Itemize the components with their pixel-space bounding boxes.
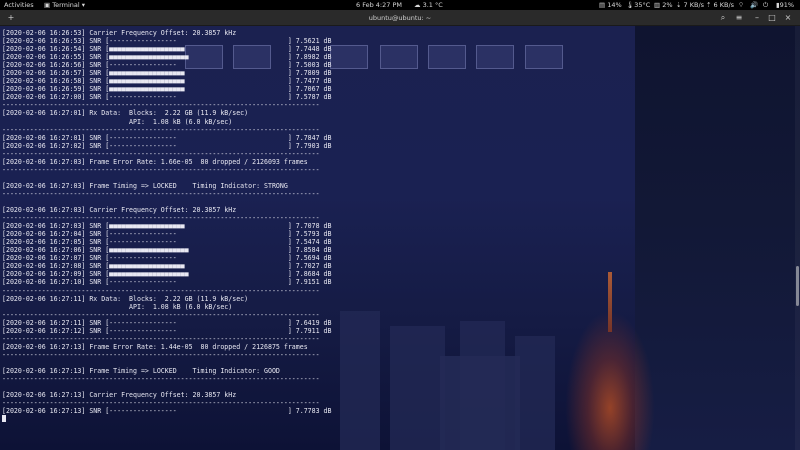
terminal-line: [2020-02-06 16:26:57] SNR [■■■■■■■■■■■■■… <box>2 69 332 78</box>
terminal-line: [2020-02-06 16:27:13] Frame Timing => LO… <box>2 366 280 375</box>
terminal-line: ----------------------------------------… <box>2 310 320 319</box>
clock[interactable]: 6 Feb 4:27 PM <box>356 0 402 10</box>
terminal-line: [2020-02-06 16:27:03] Frame Error Rate: … <box>2 157 308 166</box>
terminal-line: [2020-02-06 16:27:07] SNR [-------------… <box>2 254 332 263</box>
terminal-line: [2020-02-06 16:27:03] SNR [■■■■■■■■■■■■■… <box>2 222 332 231</box>
net-up-value: 6 KB/s <box>713 1 735 9</box>
terminal-line: [2020-02-06 16:26:53] Carrier Frequency … <box>2 29 237 37</box>
terminal-line: [2020-02-06 16:27:06] SNR [■■■■■■■■■■■■■… <box>2 246 332 255</box>
volume-icon[interactable]: 🔊 <box>750 0 758 10</box>
scrollbar-thumb[interactable] <box>796 266 799 306</box>
terminal-line: ----------------------------------------… <box>2 399 320 408</box>
terminal-line: [2020-02-06 16:27:03] Frame Timing => LO… <box>2 181 288 190</box>
cpu-value: 14% <box>607 1 622 9</box>
terminal-line: API: 1.08 kB (6.0 kB/sec) <box>2 302 233 311</box>
temperature-value: 35°C <box>634 1 651 9</box>
terminal-line: [2020-02-06 16:27:11] Rx Data: Blocks: 2… <box>2 294 249 303</box>
terminal-window: + ubuntu@ubuntu: ~ ⌕ ≡ – □ × [2020-02-06… <box>0 10 800 450</box>
terminal-line <box>2 415 798 423</box>
terminal-titlebar[interactable]: + ubuntu@ubuntu: ~ ⌕ ≡ – □ × <box>0 10 800 26</box>
terminal-line: ----------------------------------------… <box>2 125 320 134</box>
power-icon[interactable]: ⏻ <box>763 0 768 10</box>
terminal-line: ----------------------------------------… <box>2 189 320 198</box>
terminal-line: [2020-02-06 16:27:01] SNR [-------------… <box>2 133 332 142</box>
terminal-line: [2020-02-06 16:26:55] SNR [■■■■■■■■■■■■■… <box>2 53 332 62</box>
terminal-line: [2020-02-06 16:27:03] Carrier Frequency … <box>2 206 237 215</box>
weather-icon: ☁ <box>414 1 423 9</box>
net-down-indicator[interactable]: ⇣ 7 KB/s <box>676 0 704 10</box>
memory-indicator[interactable]: ▥ 2% <box>654 0 673 10</box>
temperature-indicator[interactable]: 🌡35°C <box>626 0 650 10</box>
terminal-line: ----------------------------------------… <box>2 375 320 384</box>
terminal-line: ----------------------------------------… <box>2 165 320 174</box>
terminal-line: [2020-02-06 16:27:12] SNR [-------------… <box>2 326 332 335</box>
terminal-line: [2020-02-06 16:26:54] SNR [■■■■■■■■■■■■■… <box>2 45 332 54</box>
search-icon[interactable]: ⌕ <box>718 13 728 23</box>
terminal-line: [2020-02-06 16:26:59] SNR [■■■■■■■■■■■■■… <box>2 85 332 94</box>
terminal-line: [2020-02-06 16:26:58] SNR [■■■■■■■■■■■■■… <box>2 77 332 86</box>
terminal-line: [2020-02-06 16:27:10] SNR [-------------… <box>2 278 332 287</box>
net-up-indicator[interactable]: ⇡ 6 KB/s <box>706 0 734 10</box>
terminal-line: ----------------------------------------… <box>2 214 320 223</box>
text-cursor <box>2 415 6 423</box>
cpu-icon: ▤ <box>599 1 608 9</box>
battery-indicator[interactable]: ▮91% <box>776 0 794 10</box>
maximize-icon[interactable]: □ <box>767 13 777 23</box>
terminal-output[interactable]: [2020-02-06 16:26:53] Carrier Frequency … <box>2 29 798 423</box>
terminal-line: [2020-02-06 16:27:13] Frame Error Rate: … <box>2 342 308 351</box>
memory-icon: ▥ <box>654 1 663 9</box>
terminal-line: [2020-02-06 16:27:08] SNR [■■■■■■■■■■■■■… <box>2 262 332 271</box>
weather-value: 3.1 °C <box>422 1 443 9</box>
terminal-app-icon: ▣ <box>44 1 53 9</box>
terminal-line: [2020-02-06 16:27:11] SNR [-------------… <box>2 318 332 327</box>
scrollbar[interactable] <box>795 26 800 450</box>
terminal-line: ----------------------------------------… <box>2 286 320 295</box>
network-down-icon: ⇣ <box>676 1 684 9</box>
terminal-line: [2020-02-06 16:26:56] SNR [-------------… <box>2 61 332 70</box>
cpu-indicator[interactable]: ▤ 14% <box>599 0 622 10</box>
terminal-line: [2020-02-06 16:27:04] SNR [-------------… <box>2 230 332 239</box>
battery-value: 91% <box>779 1 795 9</box>
terminal-line: [2020-02-06 16:27:05] SNR [-------------… <box>2 238 332 247</box>
terminal-line: [2020-02-06 16:27:09] SNR [■■■■■■■■■■■■■… <box>2 270 332 279</box>
memory-value: 2% <box>662 1 673 9</box>
terminal-line: ----------------------------------------… <box>2 350 320 359</box>
minimize-icon[interactable]: – <box>752 13 762 23</box>
terminal-line: API: 1.08 kB (6.0 kB/sec) <box>2 117 233 126</box>
net-down-value: 7 KB/s <box>683 1 705 9</box>
app-menu-label: Terminal <box>52 1 80 9</box>
terminal-line: ----------------------------------------… <box>2 334 320 343</box>
close-icon[interactable]: × <box>783 13 793 23</box>
top-bar: Activities ▣ Terminal ▾ 6 Feb 4:27 PM ☁ … <box>0 0 800 10</box>
network-icon[interactable]: ⌔ <box>738 0 744 10</box>
terminal-line: [2020-02-06 16:27:01] Rx Data: Blocks: 2… <box>2 109 249 118</box>
terminal-line: [2020-02-06 16:27:00] SNR [-------------… <box>2 93 332 102</box>
chevron-down-icon: ▾ <box>81 1 86 9</box>
terminal-line: [2020-02-06 16:27:13] Carrier Frequency … <box>2 391 237 400</box>
hamburger-menu-icon[interactable]: ≡ <box>734 13 744 23</box>
terminal-line: ----------------------------------------… <box>2 101 320 110</box>
terminal-line: [2020-02-06 16:27:02] SNR [-------------… <box>2 141 332 150</box>
terminal-line: [2020-02-06 16:27:13] SNR [-------------… <box>2 407 332 416</box>
weather-indicator[interactable]: ☁ 3.1 °C <box>414 0 443 10</box>
app-menu[interactable]: ▣ Terminal ▾ <box>44 0 85 10</box>
activities-button[interactable]: Activities <box>4 0 34 10</box>
network-up-icon: ⇡ <box>706 1 714 9</box>
window-title: ubuntu@ubuntu: ~ <box>368 14 432 22</box>
terminal-line: ----------------------------------------… <box>2 149 320 158</box>
terminal-line: [2020-02-06 16:26:53] SNR [-------------… <box>2 37 332 46</box>
